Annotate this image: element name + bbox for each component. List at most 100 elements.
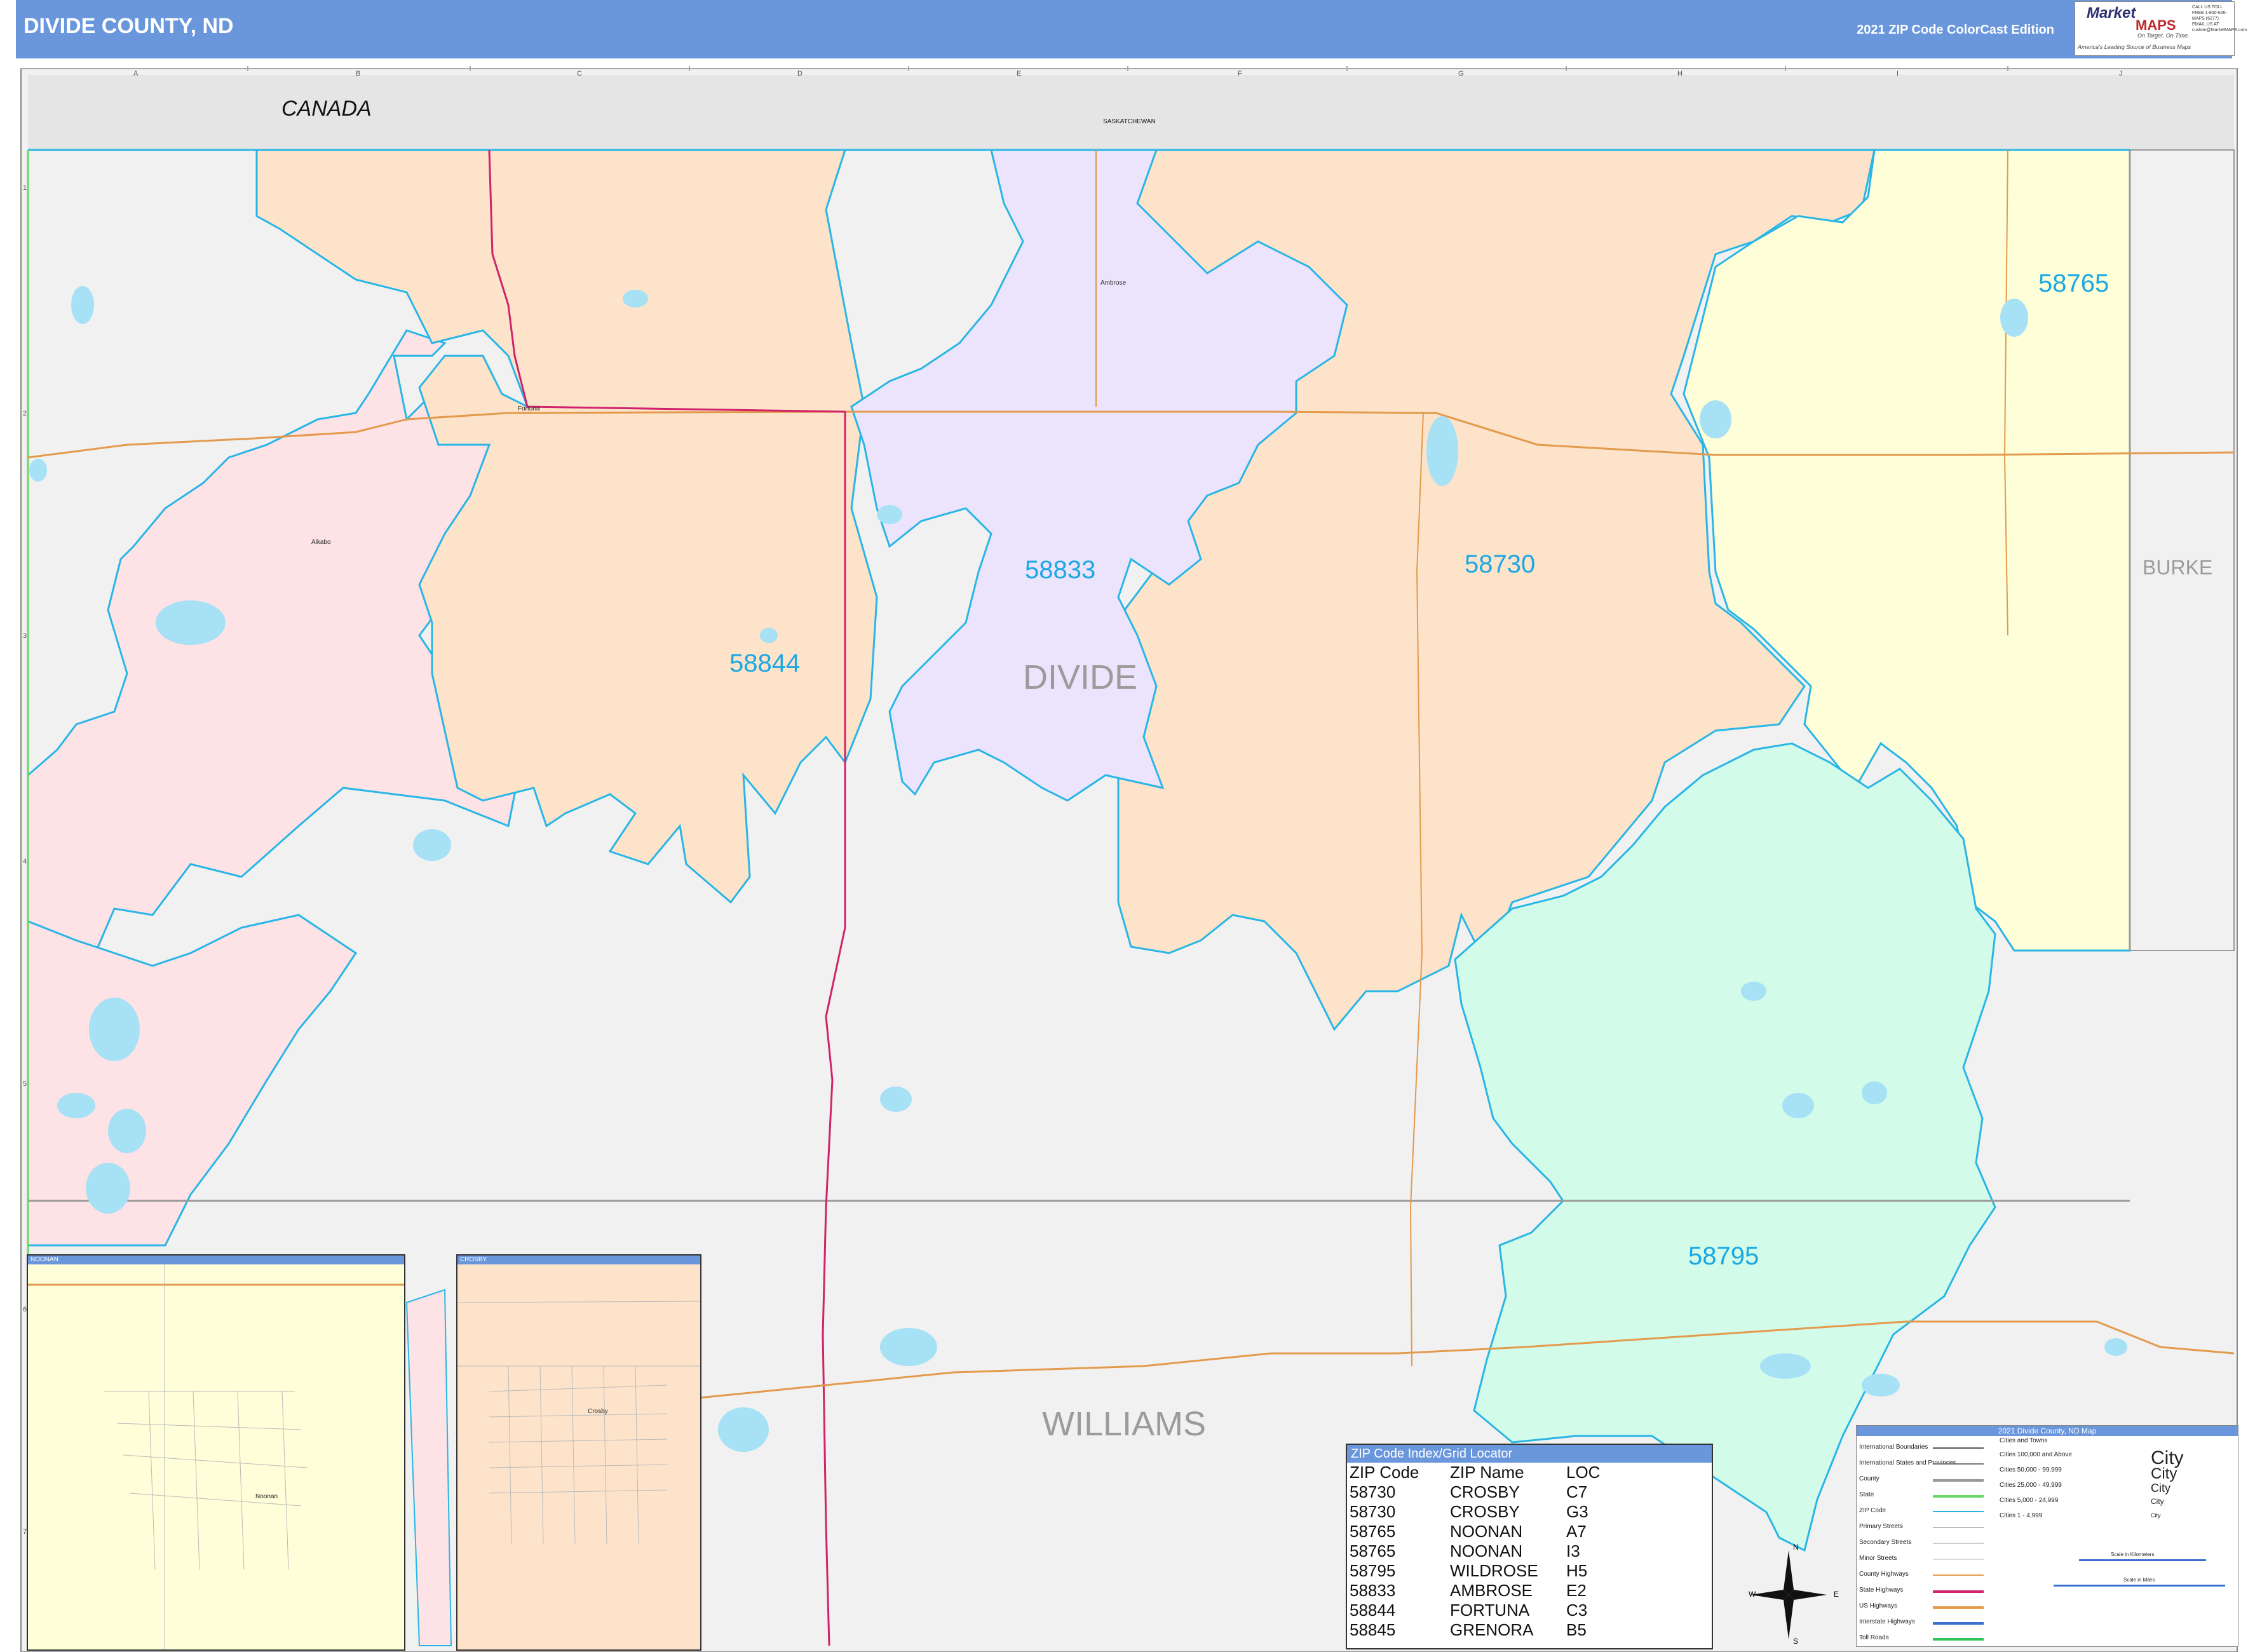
legend-scale-km-label: Scale in Kilometers (2111, 1552, 2155, 1557)
lake (71, 286, 94, 324)
county-label-burke: BURKE (2143, 556, 2213, 579)
legend-city-size: Cities 5,000 - 24,999 (2000, 1497, 2059, 1504)
lake (1782, 1093, 1814, 1118)
zip-loc-cell: C7 (1566, 1482, 1588, 1501)
legend-item: Interstate Highways (1859, 1618, 1915, 1625)
grid-col-f: F (1238, 70, 1242, 78)
lake (156, 600, 226, 645)
zip-loc-cell: E2 (1566, 1581, 1587, 1600)
legend-item: State Highways (1859, 1587, 1904, 1594)
legend-city-size: Cities 100,000 and Above (2000, 1451, 2072, 1458)
lake (108, 1109, 146, 1153)
lake (57, 1093, 95, 1118)
legend-city-size: Cities 25,000 - 49,999 (2000, 1482, 2062, 1489)
compass-n: N (1793, 1543, 1799, 1552)
compass-e: E (1834, 1590, 1839, 1599)
legend-swatch-state (1933, 1495, 1984, 1498)
zip-label-58844: 58844 (729, 649, 801, 677)
legend-swatch-county (1933, 1479, 1984, 1482)
legend-swatch-interstate (1933, 1622, 1984, 1625)
crosby-town-label: Crosby (588, 1408, 608, 1415)
zip-loc-cell: H5 (1566, 1561, 1588, 1580)
legend-scale-mi-label: Scale in Miles (2123, 1577, 2155, 1583)
lake (2104, 1338, 2127, 1356)
legend-item: County (1859, 1475, 1879, 1482)
zip-name-cell: GRENORA (1450, 1620, 1534, 1639)
lake (1741, 982, 1766, 1001)
table-row: 58795 WILDROSE H5 (1350, 1561, 1605, 1581)
lake (1700, 400, 1731, 438)
legend-item: County Highways (1859, 1571, 1909, 1578)
lake (29, 459, 47, 482)
zip-code-cell: 58844 (1350, 1601, 1396, 1620)
lake (880, 1328, 937, 1366)
compass-w: W (1749, 1590, 1756, 1599)
lake (86, 1163, 130, 1214)
crosby-inset: CROSBY Crosby (456, 1254, 701, 1651)
grid-col-b: B (356, 70, 361, 78)
zip-loc-cell: I3 (1566, 1541, 1580, 1561)
lake (89, 998, 140, 1061)
zip-index-col-header: ZIP Name (1450, 1463, 1524, 1482)
zip-label-58795: 58795 (1688, 1242, 1759, 1270)
zip-name-cell: AMBROSE (1450, 1581, 1533, 1600)
table-row: 58765 NOONAN I3 (1350, 1541, 1605, 1561)
grid-row-4: 4 (23, 858, 27, 865)
lake (1862, 1374, 1900, 1397)
noonan-inset-streets (28, 1264, 404, 1649)
zip-code-cell: 58845 (1350, 1620, 1396, 1639)
zip-name-cell: CROSBY (1450, 1502, 1520, 1521)
legend-swatch-minor (1933, 1559, 1984, 1560)
lake (880, 1087, 912, 1112)
legend-swatch-zip (1933, 1511, 1984, 1512)
zip-code-cell: 58765 (1350, 1541, 1396, 1561)
grid-col-j: J (2119, 70, 2123, 78)
grid-row-3: 3 (23, 632, 27, 640)
legend-item: Toll Roads (1859, 1634, 1889, 1641)
town-label-ambrose: Ambrose (1100, 280, 1127, 287)
grid-col-a: A (133, 70, 139, 78)
compass-s: S (1793, 1637, 1799, 1646)
table-row: 58730 CROSBY G3 (1350, 1502, 1605, 1522)
saskatchewan-label: SASKATCHEWAN (1103, 118, 1156, 125)
burke-area (2129, 149, 2235, 951)
legend-city-sample: City (2151, 1497, 2164, 1506)
legend-city-size: Cities 50,000 - 99,999 (2000, 1466, 2062, 1473)
legend-swatch-toll (1933, 1638, 1984, 1641)
legend-cities-header: Cities and Towns (2000, 1437, 2048, 1444)
compass-rose-icon (1750, 1550, 1827, 1639)
county-label-williams: WILLIAMS (1042, 1405, 1207, 1443)
legend-swatch-secondary (1933, 1543, 1984, 1544)
legend-swatch-us-hwy (1933, 1606, 1984, 1609)
zip-loc-cell: B5 (1566, 1620, 1587, 1639)
lake (413, 829, 451, 861)
legend-scale-mi-bar (2054, 1585, 2225, 1587)
zip-index-col-header: ZIP Code (1350, 1463, 1419, 1482)
table-row: 58845 GRENORA B5 (1350, 1620, 1605, 1640)
legend-title: 2021 Divide County, ND Map (1857, 1426, 2238, 1436)
legend-item: Secondary Streets (1859, 1539, 1912, 1546)
legend-city-size: Cities 1 - 4,999 (2000, 1512, 2043, 1519)
crosby-inset-streets (457, 1301, 700, 1545)
canada-label: CANADA (281, 97, 372, 121)
town-label-alkabo: Alkabo (311, 539, 331, 546)
zip-index-col-header: LOC (1566, 1463, 1601, 1482)
legend-scale-km-bar (2079, 1559, 2206, 1561)
lake (760, 628, 778, 643)
legend-item: ZIP Code (1859, 1507, 1886, 1514)
zip-name-cell: WILDROSE (1450, 1561, 1538, 1580)
zip-name-cell: CROSBY (1450, 1482, 1520, 1501)
legend-city-sample: City (2151, 1512, 2161, 1519)
zip-index-table: ZIP Code Index/Grid Locator ZIP Code ZIP… (1346, 1444, 1713, 1649)
legend-item: State (1859, 1491, 1874, 1498)
lake (623, 290, 648, 308)
table-row: 58844 FORTUNA C3 (1350, 1601, 1605, 1620)
noonan-inset: NOONAN Noonan (27, 1254, 405, 1651)
grid-col-d: D (797, 70, 802, 78)
county-label-divide: DIVIDE (1023, 658, 1138, 696)
zip-label-58765: 58765 (2038, 269, 2109, 297)
zip-index-grid: ZIP Code ZIP Name LOC 58730 CROSBY C7 5873… (1350, 1463, 1605, 1640)
legend-item: Minor Streets (1859, 1555, 1897, 1562)
grid-col-c: C (577, 70, 582, 78)
legend-city-sample: City (2151, 1465, 2177, 1482)
